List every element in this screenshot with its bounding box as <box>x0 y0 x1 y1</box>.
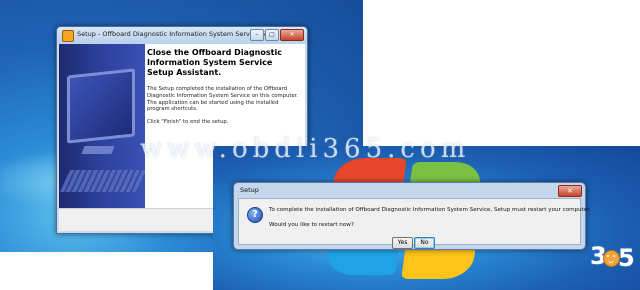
restart-dialog: Setup ✕ ? To complete the installation o… <box>233 182 591 250</box>
setup-app-icon <box>62 30 74 42</box>
question-icon: ? <box>247 207 263 223</box>
dialog-question: Would you like to restart now? <box>269 222 354 228</box>
setup-window-title: Setup - Offboard Diagnostic Information … <box>77 30 278 38</box>
setup-window-titlebar[interactable]: Setup - Offboard Diagnostic Information … <box>57 27 307 44</box>
keyboard-illustration-icon <box>59 170 145 192</box>
dialog-body: ? To complete the installation of Offboa… <box>238 198 591 249</box>
wizard-side-image <box>59 44 145 222</box>
no-button[interactable]: No <box>414 237 435 249</box>
logo-digit-right: 5 <box>618 244 635 272</box>
wizard-instruction: Click "Finish" to end the setup. <box>147 119 229 126</box>
wizard-paragraph: The Setup completed the installation of … <box>147 86 299 113</box>
window-controls: – □ ✕ <box>250 29 304 41</box>
wizard-content: Close the Offboard Diagnostic Informatio… <box>147 44 301 125</box>
minimize-button[interactable]: – <box>250 29 264 41</box>
dialog-close-button[interactable]: ✕ <box>558 185 582 197</box>
dialog-titlebar[interactable]: Setup ✕ <box>234 183 585 198</box>
monitor-stand-illustration <box>81 146 115 154</box>
close-button[interactable]: ✕ <box>280 29 304 41</box>
obdii365-logo: 3 5 <box>590 238 638 288</box>
yes-button[interactable]: Yes <box>392 237 413 249</box>
maximize-button[interactable]: □ <box>265 29 279 41</box>
watermark-text: www.obdii365.com <box>140 134 471 164</box>
dialog-message: To complete the installation of Offboard… <box>269 207 591 213</box>
wizard-heading: Close the Offboard Diagnostic Informatio… <box>147 48 282 77</box>
dialog-title: Setup <box>240 186 259 194</box>
monitor-illustration-icon <box>67 68 135 144</box>
